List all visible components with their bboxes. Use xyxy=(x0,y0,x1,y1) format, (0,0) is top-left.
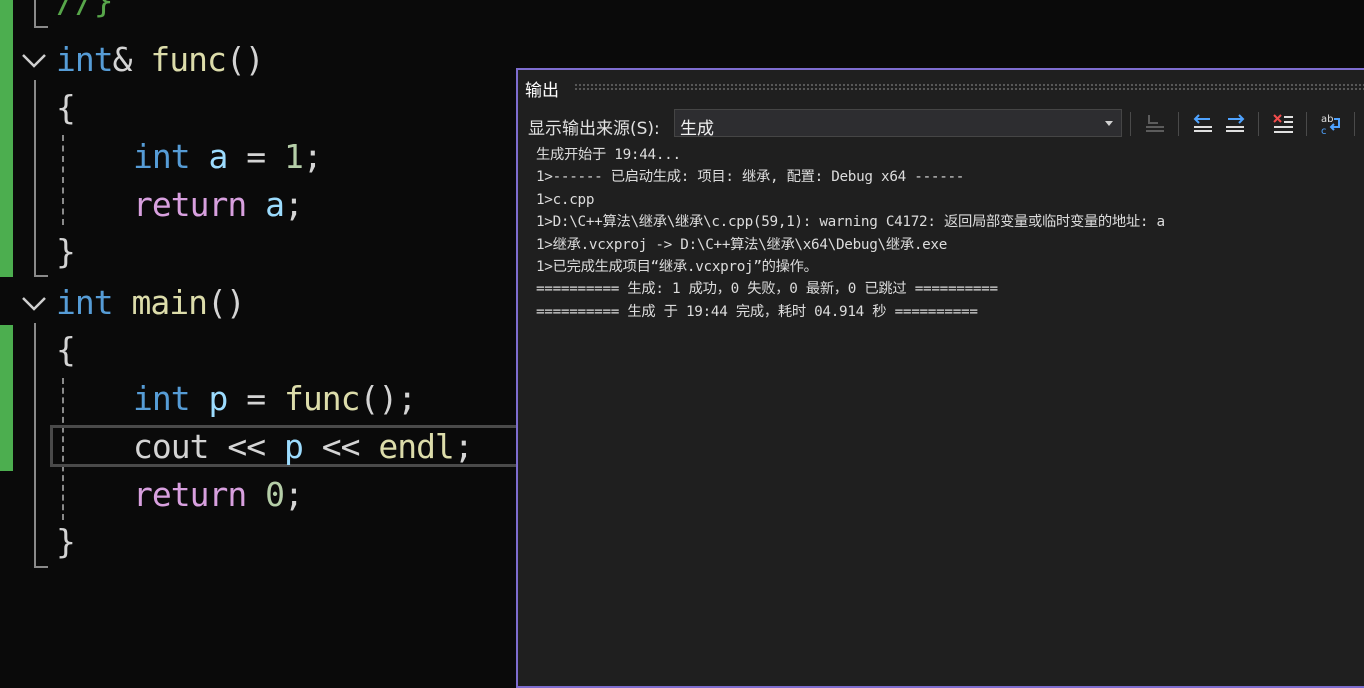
collapse-chevron-icon[interactable] xyxy=(21,290,47,316)
code-token: //} xyxy=(56,0,114,20)
code-line[interactable]: cout << p << endl; xyxy=(133,425,474,469)
output-line: 1>c.cpp xyxy=(536,191,595,208)
code-line[interactable]: { xyxy=(56,328,76,372)
toolbar-separator xyxy=(1130,112,1131,136)
panel-title: 输出 xyxy=(525,81,559,101)
code-line[interactable]: return a; xyxy=(133,183,304,227)
svg-text:ab: ab xyxy=(1321,114,1333,125)
output-panel[interactable]: 输出 显示输出来源(S): 生成 ab c 生成开始于 19:44... 1>-… xyxy=(516,68,1364,688)
code-token: } xyxy=(56,232,76,271)
code-token: return xyxy=(133,185,247,224)
code-line[interactable]: int main() xyxy=(56,281,246,325)
code-token: return xyxy=(133,475,247,514)
collapse-chevron-icon[interactable] xyxy=(21,47,47,73)
toolbar-separator xyxy=(1258,112,1259,136)
code-token: ; xyxy=(283,475,304,514)
code-token: << xyxy=(208,427,284,466)
code-token: func xyxy=(150,40,226,79)
word-wrap-disabled-icon[interactable] xyxy=(1142,111,1168,137)
change-indicator-bar xyxy=(0,0,13,277)
toolbar-separator xyxy=(1306,112,1307,136)
toolbar-separator xyxy=(1354,112,1355,136)
title-drag-grip[interactable] xyxy=(574,83,1364,90)
outline-guide xyxy=(34,275,48,277)
output-toolbar: 显示输出来源(S): 生成 ab c xyxy=(518,106,1364,142)
code-token: int xyxy=(56,40,114,79)
output-line: 1>已完成生成项目“继承.vcxproj”的操作。 xyxy=(536,258,818,275)
code-token: 1 xyxy=(283,137,304,176)
code-line[interactable]: return 0; xyxy=(133,473,304,517)
source-select-value: 生成 xyxy=(680,119,714,139)
source-select[interactable]: 生成 xyxy=(674,109,1122,139)
code-token: = xyxy=(227,379,284,418)
code-token: & xyxy=(112,40,151,79)
output-text-area[interactable]: 生成开始于 19:44... 1>------ 已启动生成: 项目: 继承, 配置… xyxy=(536,144,1364,323)
outline-guide xyxy=(34,26,48,28)
code-token: << xyxy=(302,427,379,466)
outline-guide xyxy=(34,0,36,26)
change-indicator-bar xyxy=(0,325,13,471)
code-line[interactable]: int& func() xyxy=(56,38,265,82)
output-line: 1>D:\C++算法\继承\继承\c.cpp(59,1): warning C4… xyxy=(536,214,1165,231)
output-line: 1>------ 已启动生成: 项目: 继承, 配置: Debug x64 --… xyxy=(536,169,965,186)
code-token: 0 xyxy=(265,475,285,514)
code-token: } xyxy=(56,522,76,561)
code-token: endl xyxy=(378,427,454,466)
code-token: func xyxy=(283,379,360,418)
code-line[interactable]: //} xyxy=(56,0,114,23)
code-token: () xyxy=(225,40,265,79)
code-token: p xyxy=(283,427,304,466)
word-wrap-toggle-icon[interactable]: ab c xyxy=(1318,111,1344,137)
unindent-icon[interactable] xyxy=(1190,111,1216,137)
code-line[interactable]: int a = 1; xyxy=(133,135,323,179)
panel-title-bar[interactable]: 输出 xyxy=(518,70,1364,102)
outline-guide xyxy=(34,323,36,568)
indent-guide xyxy=(62,135,64,225)
code-token: = xyxy=(227,137,284,176)
outline-guide xyxy=(34,566,48,568)
code-token: int xyxy=(133,379,191,418)
code-line[interactable]: { xyxy=(56,86,76,130)
code-token: () xyxy=(206,283,246,322)
source-label: 显示输出来源(S): xyxy=(528,119,660,139)
code-token: main xyxy=(131,283,207,322)
indent-icon[interactable] xyxy=(1222,111,1248,137)
code-token: cout xyxy=(133,427,209,466)
code-line[interactable]: int p = func(); xyxy=(133,377,417,421)
code-token: int xyxy=(56,283,114,322)
output-line: 生成开始于 19:44... xyxy=(536,147,681,163)
dropdown-arrow-icon xyxy=(1105,121,1113,126)
output-line: ========== 生成: 1 成功，0 失败，0 最新，0 已跳过 ====… xyxy=(536,281,998,298)
outline-guide xyxy=(34,80,36,276)
output-line: 1>继承.vcxproj -> D:\C++算法\继承\x64\Debug\继承… xyxy=(536,236,948,253)
code-token: { xyxy=(56,330,76,369)
svg-text:c: c xyxy=(1321,126,1327,137)
code-token: ; xyxy=(283,185,304,224)
code-token: p xyxy=(208,379,228,418)
code-token: int xyxy=(133,137,191,176)
code-token: a xyxy=(265,185,285,224)
code-token: { xyxy=(56,88,76,127)
output-line: ========== 生成 于 19:44 完成，耗时 04.914 秒 ===… xyxy=(536,303,978,320)
code-token: a xyxy=(208,137,228,176)
code-line[interactable]: } xyxy=(56,520,76,564)
clear-all-icon[interactable] xyxy=(1270,111,1296,137)
code-line[interactable]: } xyxy=(56,230,76,274)
toolbar-separator xyxy=(1178,112,1179,136)
code-token: ; xyxy=(302,137,323,176)
code-token: (); xyxy=(359,379,417,418)
code-token: ; xyxy=(453,427,474,466)
